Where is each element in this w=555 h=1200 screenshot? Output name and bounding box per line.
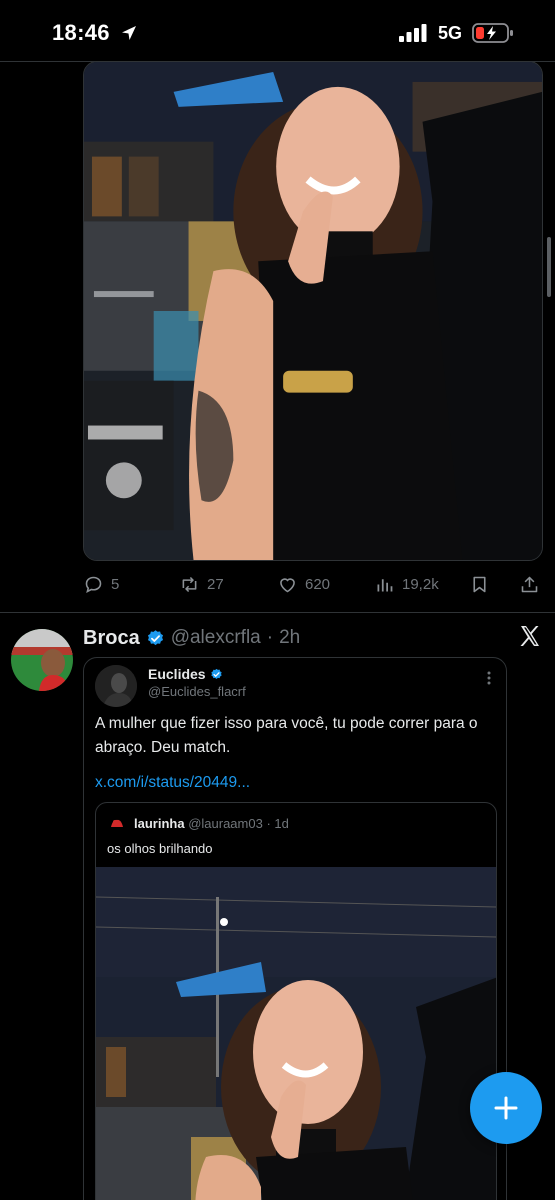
avatar-image <box>11 629 73 691</box>
bookmark-icon <box>473 576 486 592</box>
repost-icon <box>182 576 197 592</box>
more-options-icon[interactable] <box>482 668 496 688</box>
dot-separator: · <box>266 627 274 648</box>
repost-count: 27 <box>207 575 224 593</box>
bookmark-button[interactable] <box>469 568 490 600</box>
quoted-author-handle[interactable]: @Euclides_flacrf <box>148 684 246 699</box>
quoted-name-row: Euclides <box>148 666 223 682</box>
tweet-action-bar: 5 27 620 19,2k <box>83 568 545 600</box>
location-arrow-icon <box>122 26 136 40</box>
like-button[interactable]: 620 <box>277 568 330 600</box>
quoted-author-name[interactable]: Euclides <box>148 666 206 682</box>
status-bar: 18:46 5G <box>0 0 555 62</box>
compose-button[interactable] <box>470 1072 542 1144</box>
verified-badge-icon <box>147 629 163 645</box>
author-handle[interactable]: @alexcrfla <box>171 627 261 649</box>
inner-header: laurinha @lauraam03 · 1d <box>134 816 289 831</box>
reply-icon <box>85 576 102 593</box>
author-name[interactable]: Broca <box>83 627 140 650</box>
quoted-avatar-image <box>95 665 137 707</box>
tweet-divider <box>0 612 555 613</box>
quoted-text: A mulher que fizer isso para você, tu po… <box>95 715 478 756</box>
avatar[interactable] <box>11 629 73 691</box>
inner-photo[interactable] <box>96 867 496 1200</box>
verified-badge-icon <box>210 668 222 679</box>
tweet-time: 2h <box>279 627 301 648</box>
share-icon <box>521 576 538 592</box>
inner-text: os olhos brilhando <box>107 841 213 856</box>
x-logo-icon <box>520 626 539 646</box>
inner-author-name[interactable]: laurinha <box>134 816 185 831</box>
inner-avatar[interactable] <box>108 815 126 833</box>
like-count: 620 <box>305 575 331 593</box>
photo-woman-street-night <box>96 867 496 1200</box>
photo-woman-street-night <box>84 62 542 560</box>
quoted-status-link[interactable]: x.com/i/status/20449... <box>95 774 250 792</box>
heart-icon <box>280 577 295 592</box>
tweet-header: Broca @alexcrfla · 2h <box>83 624 300 652</box>
inner-time: 1d <box>274 816 289 831</box>
views-icon <box>377 578 393 591</box>
inner-quoted-tweet[interactable]: laurinha @lauraam03 · 1d os olhos brilha… <box>95 802 497 1200</box>
plus-icon <box>494 1096 518 1120</box>
quoted-avatar[interactable] <box>95 665 137 707</box>
reply-count: 5 <box>111 575 120 593</box>
network-label: 5G <box>438 23 463 43</box>
repost-button[interactable]: 27 <box>179 568 224 600</box>
signal-bars-icon <box>399 24 427 42</box>
scrollbar[interactable] <box>547 237 551 297</box>
dot-separator: · <box>266 816 271 831</box>
inner-author-handle[interactable]: @lauraam03 <box>188 816 263 831</box>
status-time: 18:46 <box>52 20 110 45</box>
tweet-photo[interactable] <box>83 61 543 561</box>
views-button[interactable]: 19,2k <box>374 568 439 600</box>
reply-button[interactable]: 5 <box>83 568 119 600</box>
battery-low-charging-icon <box>472 23 513 43</box>
share-button[interactable] <box>519 568 540 600</box>
view-count: 19,2k <box>402 575 439 593</box>
quoted-tweet[interactable]: Euclides @Euclides_flacrf A mulher que f… <box>83 657 507 1200</box>
